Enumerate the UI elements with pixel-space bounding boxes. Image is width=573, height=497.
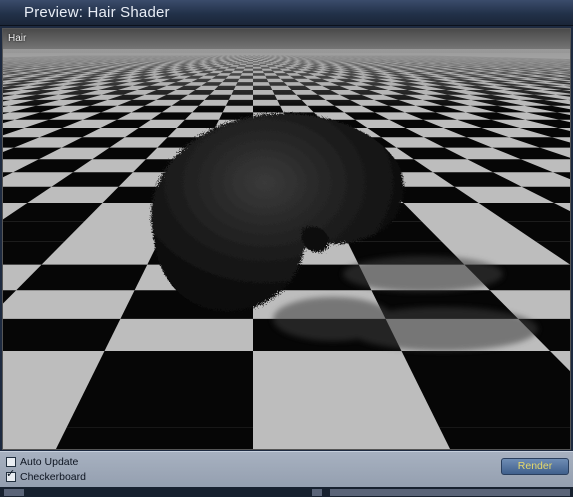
render-button[interactable]: Render (501, 458, 569, 475)
auto-update-checkbox[interactable] (6, 457, 16, 467)
preview-viewport[interactable]: Hair (2, 28, 571, 450)
footer-segment (312, 489, 322, 496)
checkerboard-label: Checkerboard (20, 471, 86, 483)
checker-tile (66, 387, 253, 428)
checkerboard-option[interactable]: ✓ Checkerboard (6, 468, 86, 483)
preview-window: Preview: Hair Shader Hair Auto Update ✓ … (0, 0, 573, 497)
checker-tile (55, 427, 253, 449)
footer-segment (330, 489, 570, 496)
checker-tile (419, 387, 570, 428)
auto-update-option[interactable]: Auto Update (6, 456, 78, 468)
check-mark-icon: ✓ (6, 467, 16, 480)
footer-segment (4, 489, 24, 496)
window-title: Preview: Hair Shader (24, 4, 170, 21)
checker-tile (86, 351, 253, 387)
viewport-label: Hair (8, 33, 27, 44)
checker-tile (439, 427, 570, 449)
checker-tile (401, 351, 570, 387)
checkerboard-render (3, 29, 570, 449)
auto-update-label: Auto Update (20, 456, 79, 468)
title-bar[interactable]: Preview: Hair Shader (0, 0, 573, 26)
checker-tile (3, 318, 121, 351)
checkerboard-checkbox[interactable]: ✓ (6, 468, 16, 482)
